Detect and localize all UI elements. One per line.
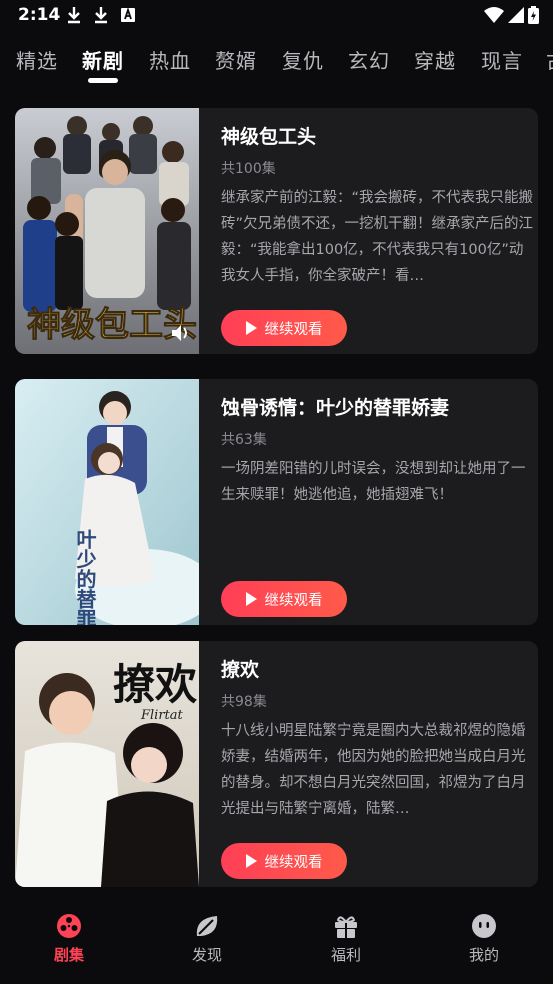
drama-title[interactable]: 蚀骨诱情：叶少的替罪娇妻 <box>221 393 449 420</box>
episode-count: 共100集 <box>221 161 276 177</box>
nav-label: 福利 <box>330 946 361 964</box>
tab-jingxuan[interactable]: 精选 <box>16 45 58 74</box>
nav-item-fuli[interactable]: 福利 <box>306 912 386 965</box>
episode-count: 共63集 <box>221 432 267 448</box>
download-icon <box>95 7 107 24</box>
nav-item-juji[interactable]: 剧集 <box>29 912 109 965</box>
tab-active-indicator <box>88 78 118 83</box>
wifi-icon <box>484 7 504 23</box>
nav-label: 发现 <box>191 946 222 964</box>
drama-title[interactable]: 神级包工头 <box>221 122 316 149</box>
notification-a-icon <box>121 7 135 22</box>
nav-label: 我的 <box>468 946 499 964</box>
download-icon <box>68 7 80 24</box>
status-time: 2:14 <box>18 5 61 25</box>
drama-title[interactable]: 撩欢 <box>221 655 259 682</box>
leaf-icon <box>196 916 218 936</box>
poster-title-text: 神级包工头 <box>27 305 197 345</box>
episode-count: 共98集 <box>221 694 267 710</box>
drama-card[interactable]: 叶少的替罪娇妻 蚀骨诱情：叶少的替罪娇妻 共63集 一场阴差阳错的儿时误会，没想… <box>15 379 538 625</box>
status-bar: 2:14 <box>0 0 553 32</box>
signal-icon <box>508 7 524 23</box>
drama-poster[interactable]: 撩欢 Flirtat <box>15 641 199 887</box>
continue-watching-label: 继续观看 <box>264 854 323 871</box>
category-tabs: 精选 新剧 热血 赘婿 复仇 玄幻 穿越 现言 古 <box>0 32 553 94</box>
nav-item-faxian[interactable]: 发现 <box>167 912 247 965</box>
drama-description: 继承家产前的江毅：“我会搬砖，不代表我只能搬砖”欠兄弟债不还，一挖机干翻！继承家… <box>221 190 533 284</box>
drama-poster[interactable]: 神级包工头 <box>15 108 199 354</box>
face-icon <box>472 914 496 938</box>
poster-title-text: 叶少的替罪娇妻 <box>73 529 97 625</box>
continue-watching-button[interactable]: 继续观看 <box>221 581 347 617</box>
status-icons <box>484 6 539 24</box>
tab-xuanhuan[interactable]: 玄幻 <box>348 45 390 74</box>
tab-gu[interactable]: 古 <box>546 45 553 74</box>
battery-charging-icon <box>528 6 539 24</box>
drama-card[interactable]: 神级包工头 神级包工头 共100集 继承家产前的江毅：“我会搬砖，不代表我只能搬… <box>15 108 538 354</box>
play-icon <box>245 321 257 335</box>
tab-fuchou[interactable]: 复仇 <box>282 45 324 74</box>
drama-poster[interactable]: 叶少的替罪娇妻 <box>15 379 199 625</box>
tab-zhuixu[interactable]: 赘婿 <box>215 45 257 74</box>
continue-watching-label: 继续观看 <box>264 321 323 338</box>
continue-watching-button[interactable]: 继续观看 <box>221 310 347 346</box>
nav-label: 剧集 <box>53 946 84 964</box>
film-reel-icon <box>57 914 81 938</box>
bottom-nav: 剧集 发现 福利 我的 <box>0 900 553 984</box>
nav-item-wode[interactable]: 我的 <box>444 912 524 965</box>
drama-description: 十八线小明星陆繁宁竟是圈内大总裁祁煜的隐婚娇妻，结婚两年，他因为她的脸把她当成白… <box>221 723 526 817</box>
drama-card[interactable]: 撩欢 Flirtat 撩欢 共98集 十八线小明星陆繁宁竟是圈内大总裁祁煜的隐婚… <box>15 641 538 887</box>
play-icon <box>245 592 257 606</box>
play-icon <box>245 854 257 868</box>
poster-title-text: 撩欢 <box>113 660 198 709</box>
drama-description: 一场阴差阳错的儿时误会，没想到却让她用了一生来赎罪！她逃他追，她插翅难飞！ <box>221 461 526 503</box>
gift-icon <box>335 916 357 938</box>
continue-watching-button[interactable]: 继续观看 <box>221 843 347 879</box>
tab-rexue[interactable]: 热血 <box>149 45 191 74</box>
continue-watching-label: 继续观看 <box>264 592 323 609</box>
tab-xinju[interactable]: 新剧 <box>82 45 124 74</box>
tab-xianyan[interactable]: 现言 <box>481 45 523 74</box>
poster-subtitle-text: Flirtat <box>140 708 184 723</box>
tab-chuanyue[interactable]: 穿越 <box>414 45 456 74</box>
